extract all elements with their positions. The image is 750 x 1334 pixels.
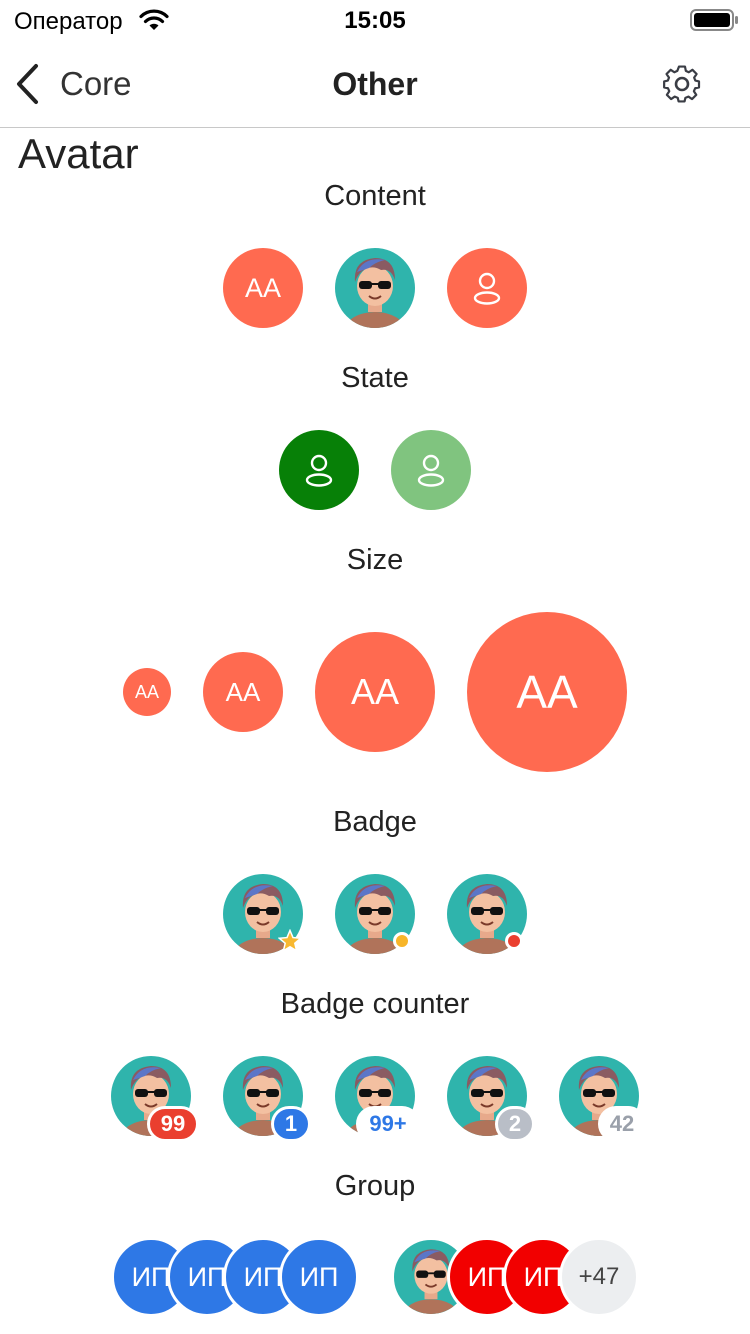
avatar-size-large[interactable]: AA — [315, 632, 435, 752]
section-title-content: Content — [324, 180, 426, 212]
group-avatar-initials: ИП — [243, 1261, 283, 1292]
section-title-size: Size — [346, 544, 404, 576]
avatar-size-medium-text: AA — [225, 676, 261, 707]
avatar-initials-text: AA — [244, 272, 282, 303]
group-avatar-initials: ИП — [299, 1261, 339, 1292]
nav-title: Other — [332, 66, 418, 102]
page-title: Avatar — [18, 130, 139, 177]
avatar-size-xlarge-text: AA — [516, 666, 578, 718]
clock: 15:05 — [344, 7, 406, 34]
gear-icon[interactable] — [660, 62, 704, 106]
avatar-size-small-text: AA — [134, 681, 159, 702]
avatar-state-active[interactable] — [279, 430, 359, 510]
section-title-badge-counter: Badge counter — [280, 988, 470, 1020]
group-avatar-initials: ИП — [187, 1261, 227, 1292]
avatar-photo-image — [345, 258, 405, 328]
badge-counter: 99+ — [356, 1106, 420, 1142]
avatar-placeholder[interactable] — [447, 248, 527, 328]
avatar-initials[interactable]: AA — [223, 248, 303, 328]
section-title-state: State — [341, 362, 409, 394]
battery-icon — [690, 9, 738, 31]
status-dot-yellow — [393, 932, 411, 950]
avatar-size-large-text: AA — [350, 671, 400, 712]
group-avatar-initials: ИП — [131, 1261, 171, 1292]
navigation-bar: Core Other — [0, 40, 750, 128]
group-avatar[interactable]: ИП — [279, 1237, 359, 1317]
badge-counter: 2 — [495, 1106, 535, 1142]
avatar-photo[interactable] — [335, 248, 415, 328]
user-icon — [417, 454, 445, 487]
section-title-badge: Badge — [333, 806, 417, 838]
status-dot-red — [505, 932, 523, 950]
badge-counter: 1 — [271, 1106, 311, 1142]
avatar-size-xlarge[interactable]: AA — [467, 612, 627, 772]
status-bar: Оператор 15:05 — [0, 0, 750, 40]
badge-counter: 99 — [147, 1106, 199, 1142]
user-icon — [305, 454, 333, 487]
avatar-state-disabled — [391, 430, 471, 510]
group-avatar-initials: ИП — [523, 1261, 563, 1292]
group-overflow-text: +47 — [578, 1263, 620, 1290]
group-overflow-counter[interactable]: +47 — [559, 1237, 639, 1317]
avatar-size-medium[interactable]: AA — [203, 652, 283, 732]
section-title-group: Group — [334, 1170, 416, 1202]
star-icon — [278, 929, 302, 953]
group-avatar-initials: ИП — [467, 1261, 507, 1292]
avatar-size-small[interactable]: AA — [123, 668, 171, 716]
badge-counter: 42 — [598, 1106, 646, 1142]
user-icon — [473, 272, 501, 305]
